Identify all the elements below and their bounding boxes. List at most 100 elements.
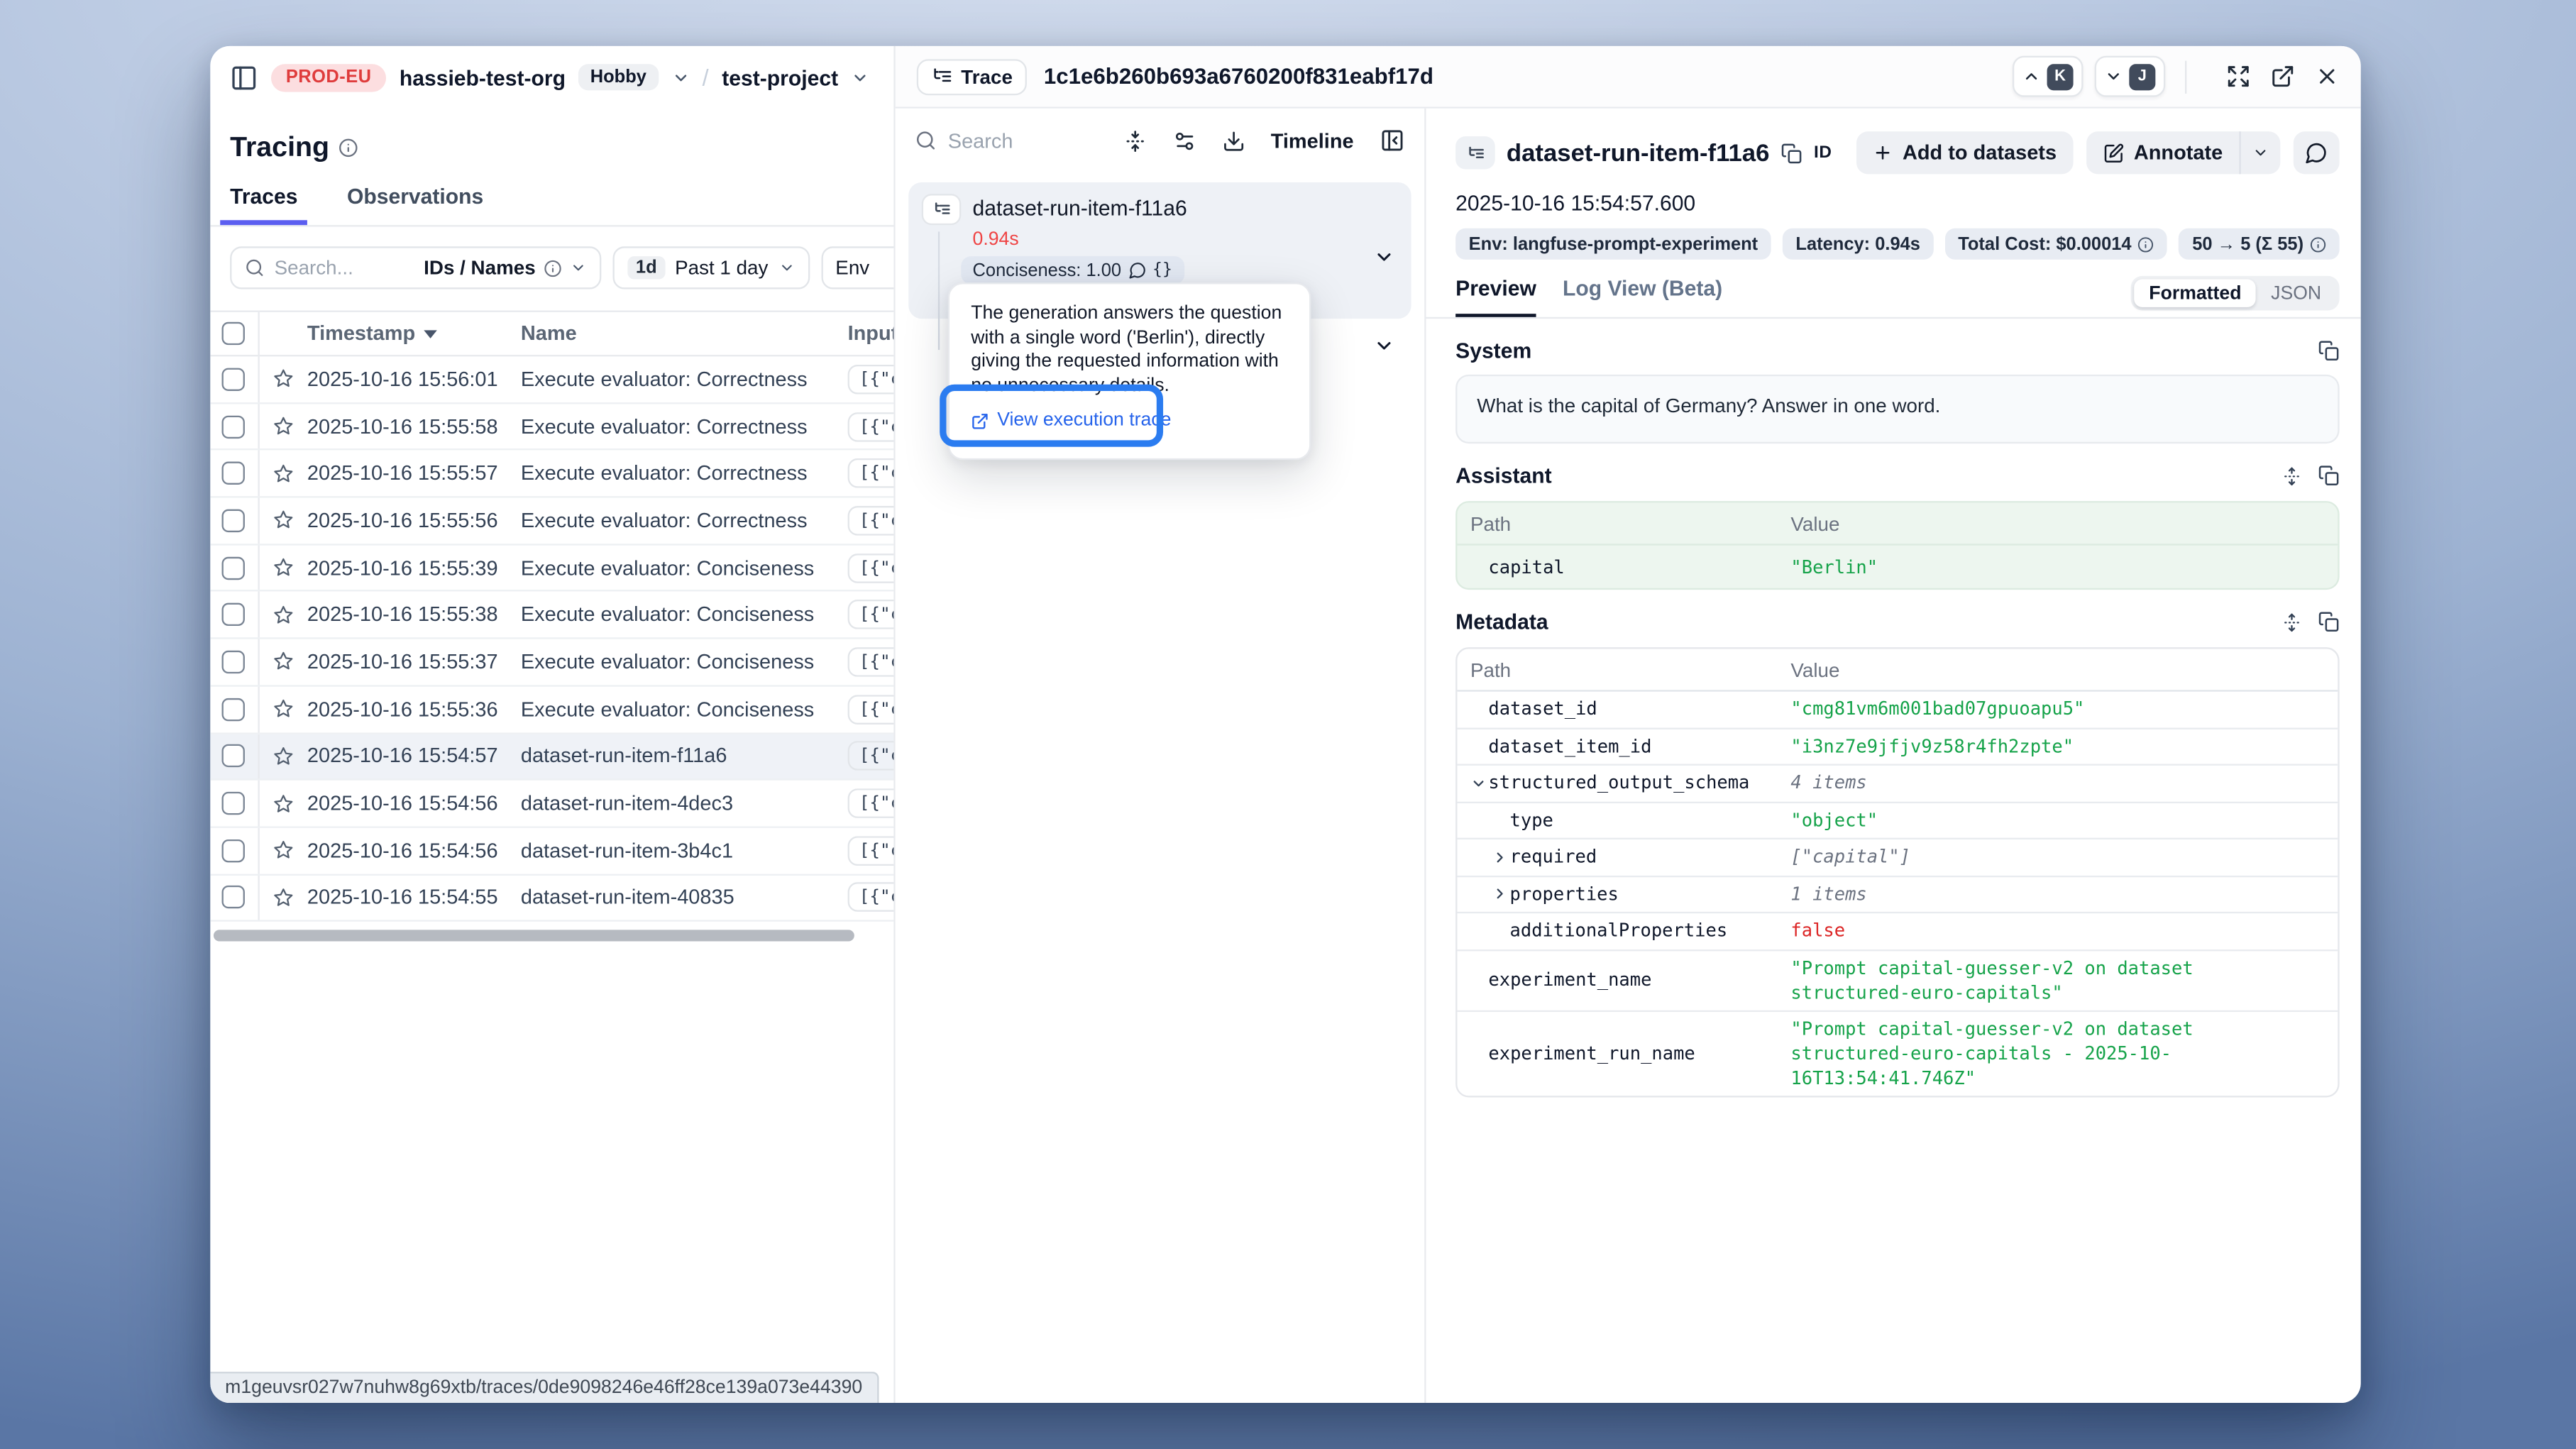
download-icon[interactable] [1221,129,1244,152]
table-row[interactable]: 2025-10-16 15:55:57 Execute evaluator: C… [210,451,893,497]
star-icon[interactable] [260,557,307,578]
child-node-chevron-icon[interactable] [1373,335,1394,356]
org-name[interactable]: hassieb-test-org [400,65,566,89]
table-row[interactable]: 2025-10-16 15:54:57 dataset-run-item-f11… [210,734,893,781]
expand-icon[interactable] [2226,64,2251,89]
info-icon[interactable] [339,138,359,158]
star-icon[interactable] [260,604,307,625]
prev-trace-button[interactable]: K [2013,56,2084,97]
format-option[interactable]: JSON [2256,280,2336,307]
star-icon[interactable] [260,887,307,908]
comments-button[interactable] [2294,131,2340,174]
row-input-preview: [{"cor [848,506,894,536]
id-label[interactable]: ID [1814,143,1832,162]
copy-icon[interactable] [2318,465,2340,486]
row-checkbox[interactable] [222,698,245,720]
row-checkbox[interactable] [222,745,245,768]
project-name[interactable]: test-project [722,65,838,89]
scrollbar-thumb[interactable] [214,930,854,942]
table-row[interactable]: 2025-10-16 15:55:58 Execute evaluator: C… [210,404,893,451]
chevron-right-icon[interactable] [1492,849,1508,865]
row-input-preview: [{"cor [848,836,894,866]
chevron-down-icon[interactable] [1470,775,1487,791]
env-filter[interactable]: Env [820,246,893,289]
row-checkbox[interactable] [222,415,245,438]
annotate-button[interactable]: Annotate [2086,131,2240,174]
table-row[interactable]: 2025-10-16 15:54:55 dataset-run-item-408… [210,875,893,922]
annotate-dropdown-chevron[interactable] [2239,131,2280,174]
table-row[interactable]: 2025-10-16 15:55:37 Execute evaluator: C… [210,639,893,686]
unfold-vertical-icon[interactable] [2282,465,2302,485]
table-row[interactable]: 2025-10-16 15:55:36 Execute evaluator: C… [210,686,893,733]
table-row[interactable]: 2025-10-16 15:54:56 dataset-run-item-3b4… [210,827,893,874]
column-timestamp[interactable]: Timestamp [307,322,521,345]
tree-search-input[interactable]: Search [915,129,1013,152]
view-execution-trace-link[interactable]: View execution trace [971,412,1171,431]
row-checkbox[interactable] [222,509,245,531]
open-external-icon[interactable] [2270,64,2295,89]
star-icon[interactable] [260,368,307,390]
detail-badges: Env: langfuse-prompt-experiment Latency:… [1455,228,2339,260]
row-checkbox[interactable] [222,886,245,909]
row-checkbox[interactable] [222,651,245,673]
node-collapse-chevron-icon[interactable] [1373,246,1394,268]
star-icon[interactable] [260,463,307,484]
row-checkbox[interactable] [222,462,245,485]
score-badge[interactable]: Conciseness: 1.00 {} [961,256,1184,284]
table-row[interactable]: 2025-10-16 15:56:01 Execute evaluator: C… [210,356,893,403]
star-icon[interactable] [260,698,307,720]
star-icon[interactable] [260,839,307,861]
close-icon[interactable] [2315,64,2340,89]
row-checkbox[interactable] [222,603,245,626]
metadata-table: Path Value dataset_id [1455,647,2339,1096]
star-icon[interactable] [260,416,307,437]
table-row[interactable]: 2025-10-16 15:54:56 dataset-run-item-4de… [210,781,893,827]
info-icon[interactable] [2310,236,2326,252]
detail-tab[interactable]: Log View (Beta) [1563,276,1722,317]
tab[interactable]: Observations [337,184,493,225]
copy-icon[interactable] [1781,142,1802,163]
env-filter-label: Env [835,256,869,279]
format-toggle: Formatted JSON [2131,276,2340,311]
table-row[interactable]: 2025-10-16 15:55:39 Execute evaluator: C… [210,545,893,592]
select-all-checkbox[interactable] [222,322,245,345]
kv-value: "cmg81vm6m001bad07gpuoapu5" [1790,697,2338,722]
panel-collapse-icon[interactable] [1380,128,1405,153]
row-checkbox[interactable] [222,792,245,815]
search-input[interactable]: Search... IDs / Names [230,246,601,289]
copy-icon[interactable] [2318,611,2340,632]
info-icon[interactable] [2138,236,2154,252]
date-range-filter[interactable]: 1d Past 1 day [613,246,810,289]
row-checkbox[interactable] [222,839,245,861]
chevron-right-icon[interactable] [1492,886,1508,902]
next-trace-button[interactable]: J [2095,56,2166,97]
settings-sliders-icon[interactable] [1172,129,1195,152]
kv-path: experiment_run_name [1457,1041,1790,1066]
info-icon[interactable] [544,259,561,277]
tab[interactable]: Traces [220,184,307,225]
org-chevron-down-icon[interactable] [671,68,689,86]
column-input[interactable]: Input [848,322,894,345]
project-chevron-down-icon[interactable] [852,68,869,86]
copy-icon[interactable] [2318,340,2340,361]
star-icon[interactable] [260,651,307,673]
star-icon[interactable] [260,510,307,531]
format-option[interactable]: Formatted [2134,280,2256,307]
row-input-preview: [{"cor [848,647,894,677]
detail-tab[interactable]: Preview [1455,276,1536,317]
row-checkbox[interactable] [222,556,245,579]
panel-left-icon[interactable] [230,63,258,91]
fold-vertical-icon[interactable] [1123,129,1145,152]
table-row[interactable]: 2025-10-16 15:55:56 Execute evaluator: C… [210,498,893,545]
star-icon[interactable] [260,746,307,767]
kv-row: dataset_id "cmg81vm6m001bad07gpuoapu5" [1457,692,2338,729]
timeline-toggle[interactable]: Timeline [1271,129,1354,152]
chevron-down-icon[interactable] [570,260,586,276]
star-icon[interactable] [260,793,307,814]
score-comment-tooltip: The generation answers the question with… [948,282,1311,460]
row-checkbox[interactable] [222,368,245,390]
table-row[interactable]: 2025-10-16 15:55:38 Execute evaluator: C… [210,592,893,639]
column-name[interactable]: Name [521,322,848,345]
unfold-vertical-icon[interactable] [2282,612,2302,632]
add-to-datasets-button[interactable]: Add to datasets [1856,131,2073,174]
